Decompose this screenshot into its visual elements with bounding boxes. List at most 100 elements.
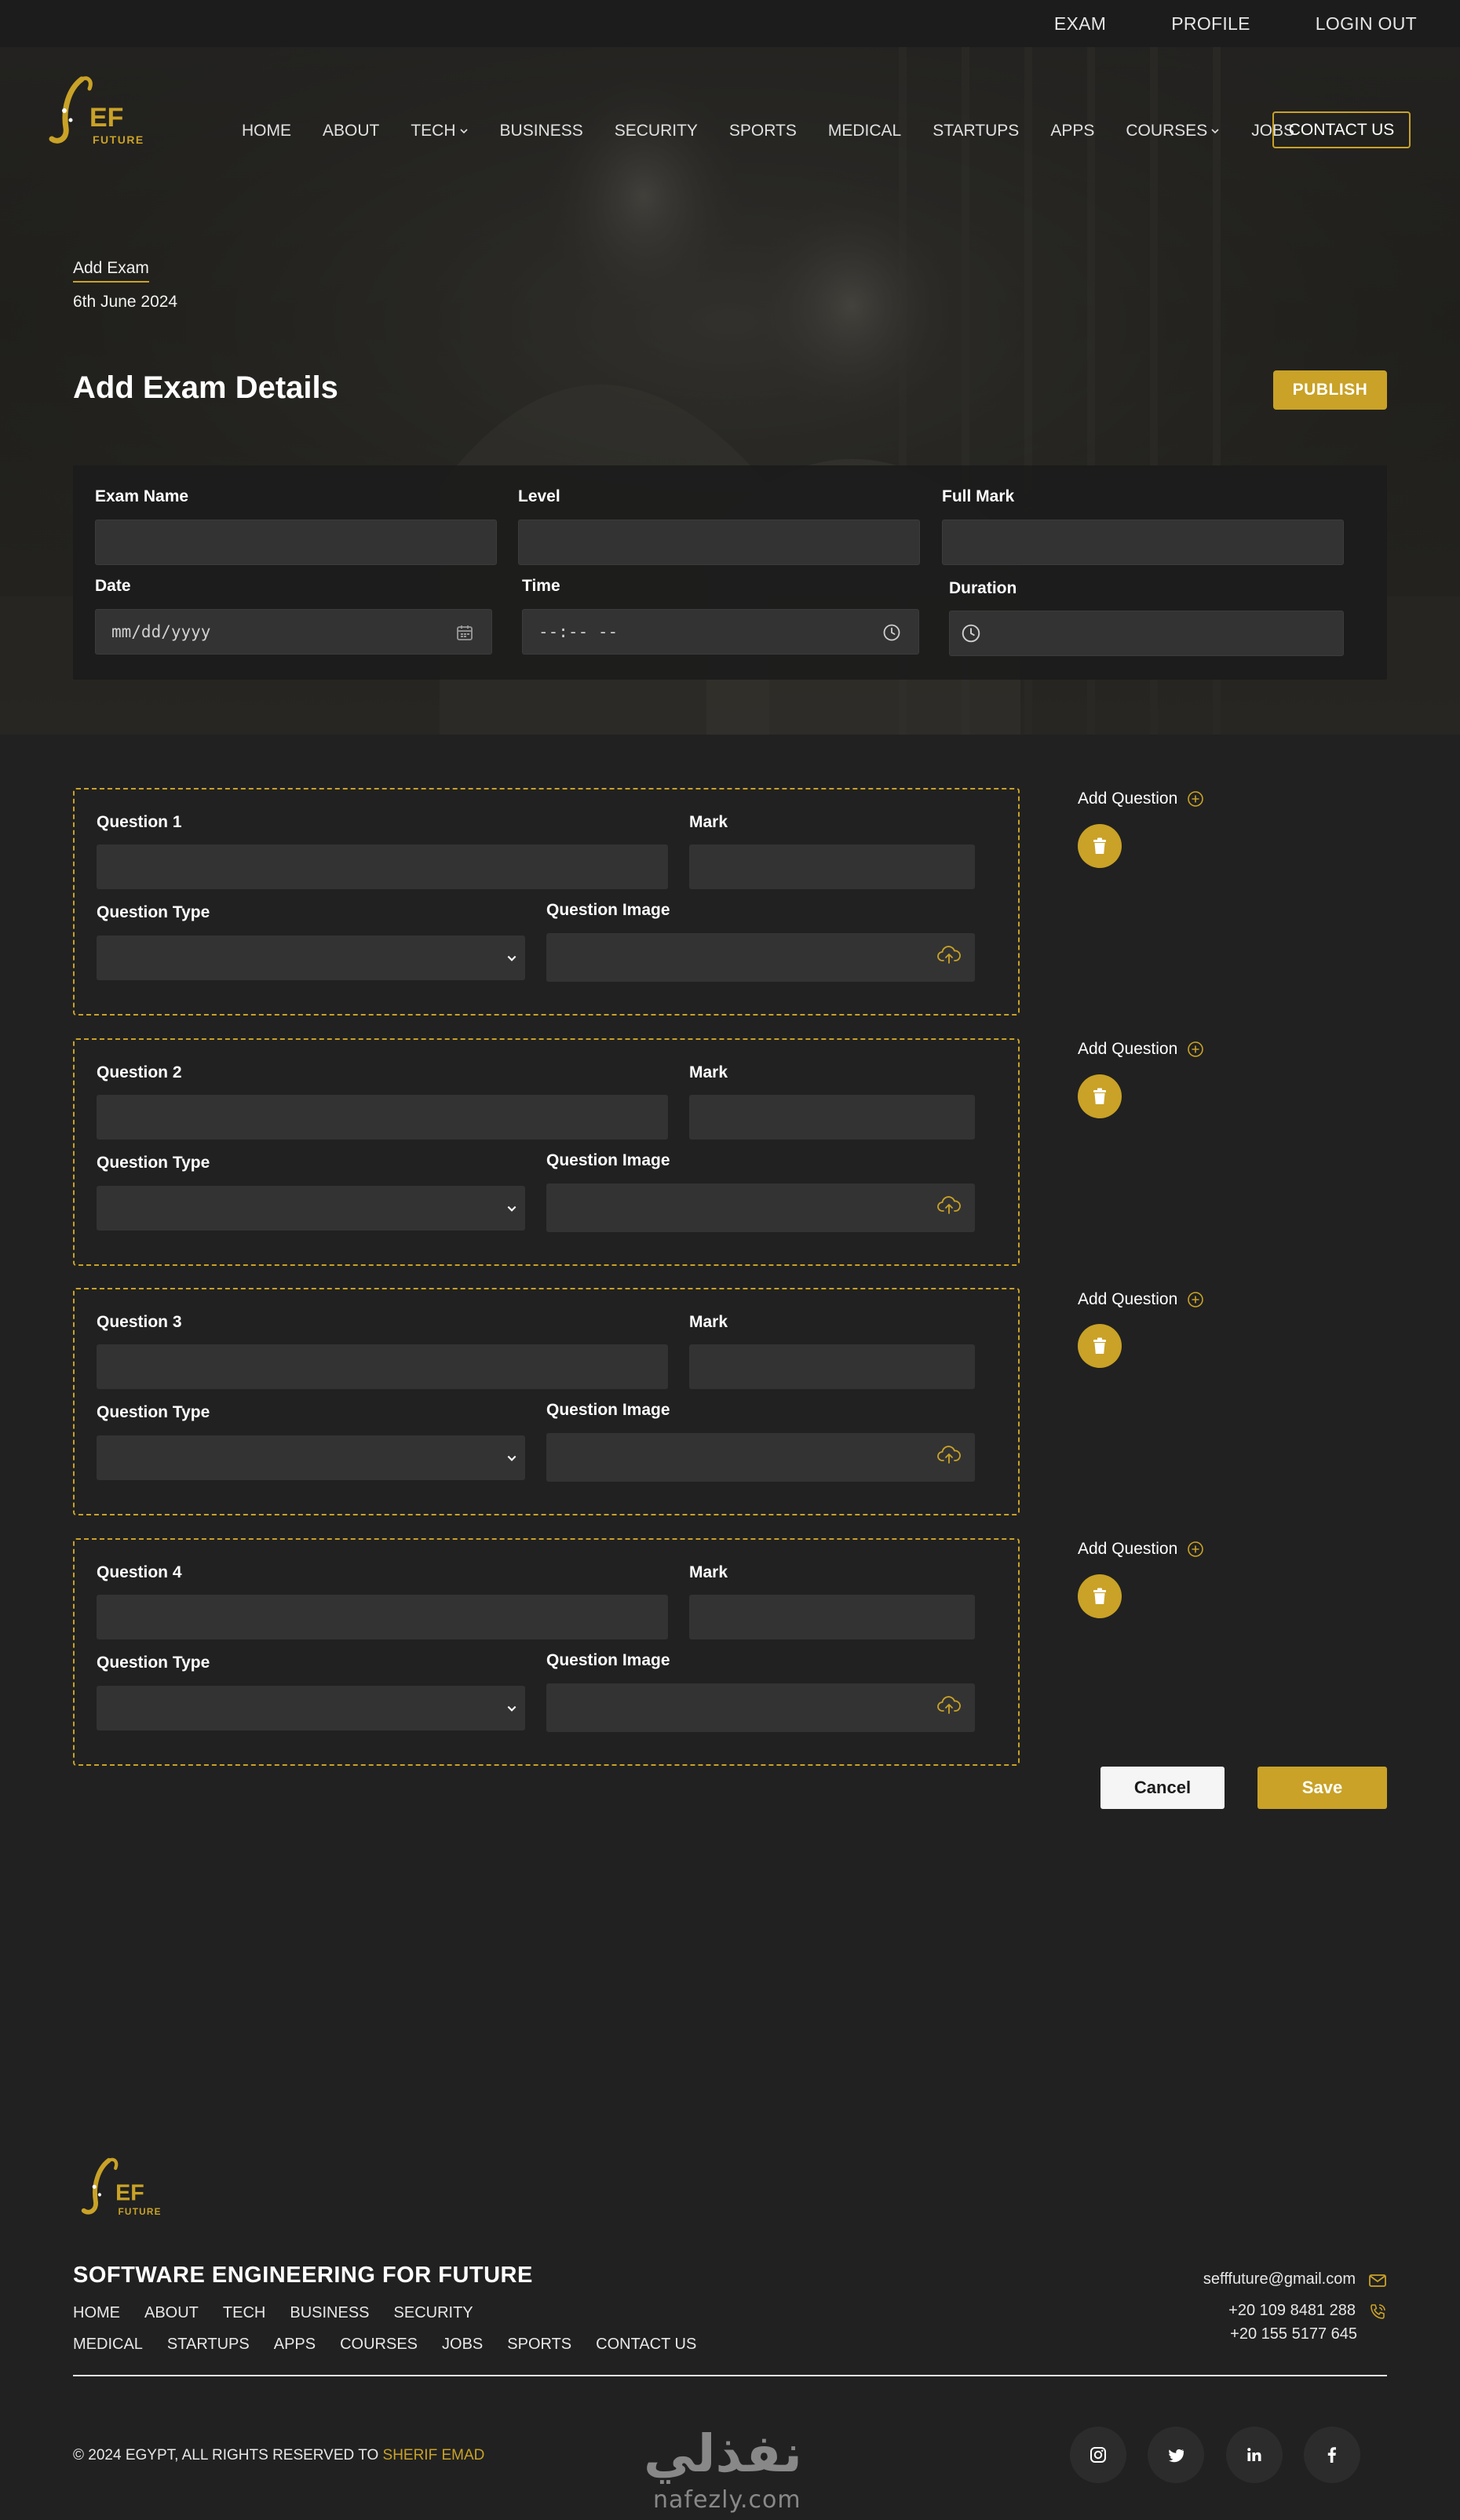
topbar-link-exam[interactable]: EXAM: [1054, 13, 1106, 35]
nav-label: HOME: [242, 122, 291, 140]
question-image-upload[interactable]: [546, 1433, 975, 1482]
chevron-down-icon: [507, 1205, 516, 1212]
mark-input[interactable]: [689, 1095, 975, 1140]
phone-text-2[interactable]: +20 155 5177 645: [1230, 2325, 1357, 2343]
time-input[interactable]: --:-- --: [522, 609, 919, 655]
calendar-icon[interactable]: [455, 623, 474, 642]
level-label: Level: [518, 487, 560, 505]
question-type-select[interactable]: [97, 1435, 525, 1480]
footer-divider: [73, 2375, 1387, 2376]
question-image-label: Question Image: [546, 1401, 670, 1419]
delete-question-button-3[interactable]: [1078, 1324, 1122, 1368]
cloud-upload-icon[interactable]: [937, 1694, 961, 1716]
nav-item-startups[interactable]: STARTUPS: [933, 122, 1019, 140]
nav-item-medical[interactable]: MEDICAL: [828, 122, 901, 140]
copyright-author-link[interactable]: SHERIF EMAD: [383, 2447, 485, 2463]
nav-item-security[interactable]: SECURITY: [615, 122, 698, 140]
footer-link-contact[interactable]: CONTACT US: [596, 2336, 696, 2354]
question-type-select[interactable]: [97, 1186, 525, 1231]
question-image-label: Question Image: [546, 1651, 670, 1669]
delete-question-button-2[interactable]: [1078, 1074, 1122, 1118]
nav-label: ABOUT: [323, 122, 380, 140]
full-mark-label: Full Mark: [942, 487, 1015, 505]
footer-link-home[interactable]: HOME: [73, 2304, 120, 2322]
question-card-2: Question 2 Mark Question Type Question I…: [73, 1038, 1020, 1266]
topbar-link-logout[interactable]: LOGIN OUT: [1316, 13, 1417, 35]
add-question-button-3[interactable]: Add Question: [1078, 1290, 1204, 1309]
footer-link-courses[interactable]: COURSES: [340, 2336, 418, 2354]
chevron-down-icon: [507, 1705, 516, 1712]
top-utility-bar: EXAM PROFILE LOGIN OUT: [0, 0, 1460, 47]
site-logo[interactable]: EF FUTURE: [47, 73, 153, 148]
question-image-upload[interactable]: [546, 1683, 975, 1732]
mail-icon: [1369, 2274, 1386, 2287]
date-input[interactable]: mm/dd/yyyy: [95, 609, 492, 655]
exam-date-text: 6th June 2024: [73, 293, 178, 311]
mark-input[interactable]: [689, 1344, 975, 1389]
breadcrumb[interactable]: Add Exam: [73, 259, 149, 283]
nav-item-about[interactable]: ABOUT: [323, 122, 379, 140]
question-image-upload[interactable]: [546, 933, 975, 982]
question-type-label: Question Type: [97, 903, 210, 921]
footer-link-jobs[interactable]: JOBS: [442, 2336, 483, 2354]
footer-link-about[interactable]: ABOUT: [144, 2304, 199, 2322]
cloud-upload-icon[interactable]: [937, 1194, 961, 1216]
logo-subtext: FUTURE: [93, 133, 144, 146]
nav-item-home[interactable]: HOME: [242, 122, 291, 140]
delete-question-button-4[interactable]: [1078, 1574, 1122, 1618]
page-title: Add Exam Details: [73, 370, 338, 405]
level-input[interactable]: [518, 520, 920, 565]
footer-link-medical[interactable]: MEDICAL: [73, 2336, 143, 2354]
nav-item-business[interactable]: BUSINESS: [500, 122, 583, 140]
clock-icon: [962, 624, 980, 643]
duration-input[interactable]: [949, 611, 1344, 656]
footer-link-tech[interactable]: TECH: [223, 2304, 265, 2322]
mark-input[interactable]: [689, 1595, 975, 1639]
copyright-text: © 2024 EGYPT, ALL RIGHTS RESERVED TO SHE…: [73, 2447, 484, 2464]
question-image-upload[interactable]: [546, 1183, 975, 1232]
question-text-input[interactable]: [97, 1095, 668, 1140]
nav-item-tech[interactable]: TECH: [411, 122, 468, 140]
add-question-button-2[interactable]: Add Question: [1078, 1040, 1204, 1059]
cancel-button[interactable]: Cancel: [1100, 1767, 1225, 1809]
instagram-button[interactable]: [1070, 2427, 1126, 2483]
nav-item-sports[interactable]: SPORTS: [729, 122, 797, 140]
full-mark-input[interactable]: [942, 520, 1344, 565]
add-question-button-4[interactable]: Add Question: [1078, 1540, 1204, 1559]
question-type-label: Question Type: [97, 1654, 210, 1672]
footer-email[interactable]: sefffuture@gmail.com: [1203, 2270, 1387, 2288]
publish-button[interactable]: PUBLISH: [1273, 370, 1387, 410]
question-card-1: Question 1 Mark Question Type Question I…: [73, 788, 1020, 1016]
linkedin-button[interactable]: [1226, 2427, 1283, 2483]
question-type-label: Question Type: [97, 1154, 210, 1172]
delete-question-button-1[interactable]: [1078, 824, 1122, 868]
nav-label: SPORTS: [728, 122, 797, 140]
question-text-input[interactable]: [97, 1595, 668, 1639]
watermark-arabic: نفذلي: [644, 2423, 802, 2484]
email-text: sefffuture@gmail.com: [1203, 2270, 1356, 2288]
topbar-link-profile[interactable]: PROFILE: [1171, 13, 1250, 35]
footer-link-apps[interactable]: APPS: [274, 2336, 316, 2354]
footer-link-startups[interactable]: STARTUPS: [167, 2336, 250, 2354]
footer-link-sports[interactable]: SPORTS: [507, 2336, 571, 2354]
nav-item-courses[interactable]: COURSES: [1126, 122, 1220, 140]
footer-phone[interactable]: +20 109 8481 288: [1228, 2302, 1387, 2320]
question-text-input[interactable]: [97, 844, 668, 889]
nav-item-apps[interactable]: APPS: [1050, 122, 1094, 140]
add-question-button-1[interactable]: Add Question: [1078, 790, 1204, 808]
exam-name-input[interactable]: [95, 520, 497, 565]
facebook-button[interactable]: [1304, 2427, 1360, 2483]
footer-link-security[interactable]: SECURITY: [394, 2304, 473, 2322]
save-button[interactable]: Save: [1257, 1767, 1387, 1809]
twitter-button[interactable]: [1148, 2427, 1204, 2483]
clock-icon[interactable]: [882, 623, 901, 642]
question-type-select[interactable]: [97, 935, 525, 980]
contact-us-button[interactable]: CONTACT US: [1272, 111, 1411, 148]
footer-link-business[interactable]: BUSINESS: [290, 2304, 369, 2322]
question-type-select[interactable]: [97, 1686, 525, 1730]
cloud-upload-icon[interactable]: [937, 944, 961, 966]
mark-input[interactable]: [689, 844, 975, 889]
footer-logo[interactable]: EF FUTURE: [79, 2155, 170, 2218]
cloud-upload-icon[interactable]: [937, 1444, 961, 1466]
question-text-input[interactable]: [97, 1344, 668, 1389]
